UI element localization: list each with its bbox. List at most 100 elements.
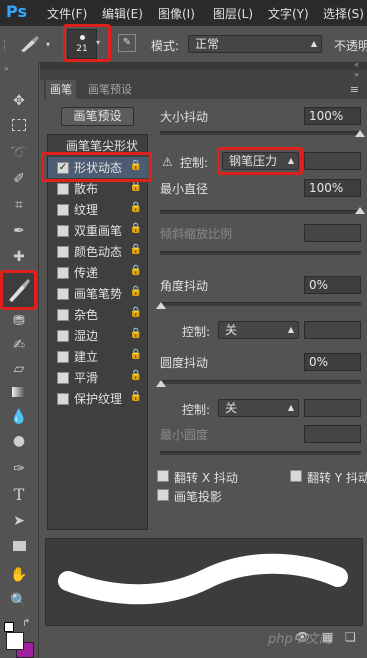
mode-dropdown[interactable]: 正常 ▲ (188, 35, 322, 53)
menu-type[interactable]: 文字(Y) (268, 5, 309, 22)
min-roundness-slider[interactable] (160, 451, 361, 455)
blur-tool-icon[interactable]: 💧 (8, 406, 30, 428)
brush-preview-toggle-icon[interactable]: 👁 (295, 630, 310, 644)
roundness-jitter-slider-thumb[interactable] (156, 380, 166, 387)
roundness-jitter-field[interactable]: 0% (304, 353, 361, 371)
shape-tool-icon[interactable] (8, 536, 30, 558)
menu-edit[interactable]: 编辑(E) (102, 5, 143, 22)
healing-brush-tool-icon[interactable]: ✚ (8, 246, 30, 268)
min-roundness-field[interactable] (304, 425, 361, 443)
checkbox[interactable] (57, 183, 69, 195)
brush-tool-icon[interactable] (18, 34, 44, 54)
foreground-color-swatch[interactable] (6, 632, 24, 650)
lock-icon[interactable]: 🔒 (130, 265, 142, 276)
brush-preset-button[interactable]: 画笔预设 (61, 107, 134, 126)
grid-view-icon[interactable]: ▦ (322, 630, 333, 644)
new-preset-icon[interactable]: ❏ (345, 630, 356, 644)
checkbox[interactable] (57, 372, 69, 384)
shape-dynamics-checkbox[interactable]: ✓ (57, 162, 69, 174)
lock-icon[interactable]: 🔒 (130, 307, 142, 318)
tool-preset-arrow-icon[interactable]: ▾ (46, 40, 50, 49)
swap-colors-icon[interactable]: ↱ (22, 618, 30, 629)
flip-x-checkbox[interactable] (157, 470, 169, 482)
list-item-noise[interactable]: 杂色 🔒 (48, 304, 148, 325)
tilt-scale-field[interactable] (304, 224, 361, 242)
tab-brush[interactable]: 画笔 (46, 80, 76, 99)
lock-icon[interactable]: 🔒 (130, 244, 142, 255)
collapse-panel-icon[interactable]: « (354, 60, 359, 69)
list-item-brush-pose[interactable]: 画笔笔势 🔒 (48, 283, 148, 304)
eyedropper-tool-icon[interactable]: ✒ (8, 220, 30, 242)
quick-select-tool-icon[interactable]: ✐ (8, 168, 30, 190)
lock-icon[interactable]: 🔒 (130, 391, 142, 402)
brush-projection-checkbox[interactable] (157, 489, 169, 501)
checkbox[interactable] (57, 267, 69, 279)
hand-tool-icon[interactable]: ✋ (8, 564, 30, 586)
lock-icon[interactable]: 🔒 (130, 286, 142, 297)
list-item-scattering[interactable]: 散布 🔒 (48, 178, 148, 199)
checkbox[interactable] (57, 225, 69, 237)
lock-icon[interactable]: 🔒 (130, 202, 142, 213)
menu-layer[interactable]: 图层(L) (213, 5, 253, 22)
list-item-shape-dynamics[interactable]: ✓ 形状动态 🔒 (48, 157, 148, 178)
move-tool-icon[interactable]: ✥ (8, 90, 30, 112)
zoom-tool-icon[interactable]: 🔍 (8, 590, 30, 612)
gradient-tool-icon[interactable] (8, 382, 30, 404)
lock-icon[interactable]: 🔒 (130, 181, 142, 192)
eraser-tool-icon[interactable]: ▱ (8, 358, 30, 380)
checkbox[interactable] (57, 330, 69, 342)
angle-jitter-slider-thumb[interactable] (156, 302, 166, 309)
list-item-wet-edges[interactable]: 湿边 🔒 (48, 325, 148, 346)
lasso-tool-icon[interactable]: ➰ (8, 142, 30, 164)
tip-shape-item[interactable]: 画笔笔尖形状 (66, 137, 138, 154)
list-item-transfer[interactable]: 传递 🔒 (48, 262, 148, 283)
tab-brush-presets[interactable]: 画笔预设 (84, 80, 136, 99)
checkbox[interactable] (57, 393, 69, 405)
menu-file[interactable]: 文件(F) (47, 5, 87, 22)
lock-icon[interactable]: 🔒 (130, 328, 142, 339)
brush-size-arrow-icon[interactable]: ▾ (96, 38, 100, 47)
brush-panel-toggle-icon[interactable]: ✎ (118, 34, 136, 52)
history-brush-tool-icon[interactable]: ✍ (8, 334, 30, 356)
roundness-jitter-slider[interactable] (160, 380, 361, 384)
list-item-protect-texture[interactable]: 保护纹理 🔒 (48, 388, 148, 409)
dodge-tool-icon[interactable]: ● (8, 430, 30, 452)
flip-y-checkbox[interactable] (290, 470, 302, 482)
min-diameter-slider-thumb[interactable] (355, 207, 365, 214)
angle-control-extra-field[interactable] (304, 321, 361, 339)
toolbar-collapse-icon[interactable]: » (4, 64, 9, 73)
lock-icon[interactable]: 🔒 (130, 223, 142, 234)
path-select-tool-icon[interactable]: ➤ (8, 510, 30, 532)
list-item-dual-brush[interactable]: 双重画笔 🔒 (48, 220, 148, 241)
angle-control-dropdown[interactable]: 关 ▲ (218, 321, 299, 339)
panel-menu-icon[interactable]: ≡ (350, 80, 359, 99)
default-colors-icon[interactable] (4, 622, 14, 632)
control-extra-field[interactable] (304, 152, 361, 170)
lock-icon[interactable]: 🔒 (130, 160, 142, 171)
checkbox[interactable] (57, 246, 69, 258)
roundness-control-extra-field[interactable] (304, 399, 361, 417)
roundness-control-dropdown[interactable]: 关 ▲ (218, 399, 299, 417)
lock-icon[interactable]: 🔒 (130, 370, 142, 381)
brush-tool-selected[interactable] (3, 272, 34, 308)
tilt-scale-slider[interactable] (160, 251, 361, 255)
list-item-texture[interactable]: 纹理 🔒 (48, 199, 148, 220)
list-item-smoothing[interactable]: 平滑 🔒 (48, 367, 148, 388)
crop-tool-icon[interactable]: ⌗ (8, 194, 30, 216)
clone-stamp-tool-icon[interactable]: ⛃ (8, 310, 30, 332)
list-item-color-dynamics[interactable]: 颜色动态 🔒 (48, 241, 148, 262)
menu-image[interactable]: 图像(I) (158, 5, 195, 22)
list-item-build-up[interactable]: 建立 🔒 (48, 346, 148, 367)
checkbox[interactable] (57, 309, 69, 321)
checkbox[interactable] (57, 288, 69, 300)
menu-select[interactable]: 选择(S) (323, 5, 364, 22)
type-tool-icon[interactable]: T (8, 484, 30, 506)
angle-jitter-slider[interactable] (160, 302, 361, 306)
pen-tool-icon[interactable]: ✑ (8, 458, 30, 480)
control-dropdown[interactable]: 钢笔压力 ▲ (222, 152, 299, 170)
checkbox[interactable] (57, 204, 69, 216)
min-diameter-field[interactable]: 100% (304, 179, 361, 197)
marquee-tool-icon[interactable] (8, 116, 30, 138)
angle-jitter-field[interactable]: 0% (304, 276, 361, 294)
close-panel-icon[interactable]: » (354, 70, 359, 79)
